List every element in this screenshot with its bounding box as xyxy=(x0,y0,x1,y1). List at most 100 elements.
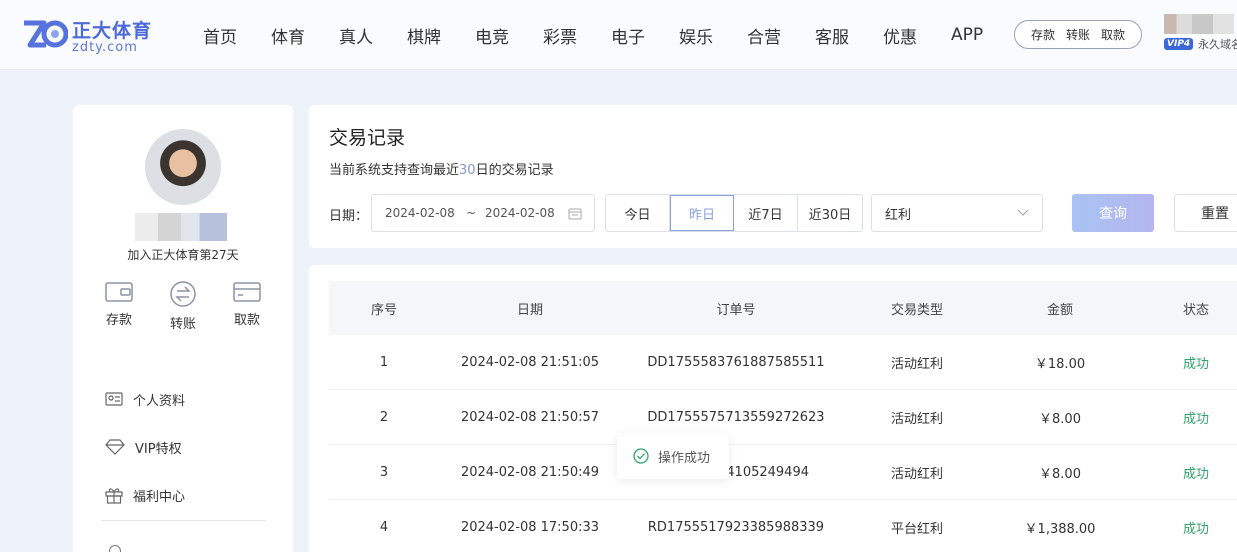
transfer-button[interactable]: 转账 xyxy=(161,280,205,332)
page-title: 交易记录 xyxy=(329,127,406,149)
join-days-text: 加入正大体育第27天 xyxy=(127,248,239,262)
reset-button[interactable]: 重置 xyxy=(1174,194,1237,232)
quick-date-yesterday[interactable]: 昨日 xyxy=(670,195,734,231)
row-date: 2024-02-08 17:50:33 xyxy=(460,519,600,535)
quick-withdraw-button[interactable]: 取款 xyxy=(1101,26,1125,43)
row-date: 2024-02-08 21:50:49 xyxy=(460,464,600,480)
transaction-type-value: 红利 xyxy=(885,207,912,223)
quick-date-group: 今日 昨日 近7日 近30日 xyxy=(605,194,863,232)
transaction-table: 序号 日期 订单号 交易类型 金额 状态 1 2024-02-08 21:51:… xyxy=(309,265,1237,552)
nav-lottery[interactable]: 彩票 xyxy=(543,23,577,48)
quick-transfer-button[interactable]: 转账 xyxy=(1066,26,1090,43)
end-date: 2024-02-08 xyxy=(485,206,555,220)
quick-date-30days[interactable]: 近30日 xyxy=(798,195,862,231)
col-amount: 金额 xyxy=(1046,302,1073,318)
account-sidebar: 加入正大体育第27天 存款 转账 取款 个人资料 VIP特权 福利中心 xyxy=(73,105,293,552)
row-date: 2024-02-08 21:50:57 xyxy=(460,409,600,425)
nav-promotions[interactable]: 优惠 xyxy=(883,23,917,48)
row-order-no: RD1755517923385988339 xyxy=(647,519,825,535)
row-status: 成功 xyxy=(1182,356,1209,372)
menu-vip-label: VIP特权 xyxy=(135,441,182,457)
row-type: 活动红利 xyxy=(890,356,943,372)
brand-domain: zdty.com xyxy=(72,40,138,55)
transfer-label: 转账 xyxy=(169,317,196,332)
transaction-type-select[interactable]: 红利 xyxy=(871,194,1043,232)
withdraw-label: 取款 xyxy=(233,313,260,328)
row-order-no: DD1755583761887585511 xyxy=(647,354,825,370)
row-index: 4 xyxy=(379,519,389,535)
menu-profile[interactable]: 个人资料 xyxy=(105,375,265,423)
nav-app[interactable]: APP xyxy=(951,25,983,45)
date-separator: ~ xyxy=(466,206,477,220)
menu-vip[interactable]: VIP特权 xyxy=(105,423,265,471)
row-amount: ￥1,388.00 xyxy=(1024,521,1096,537)
main-nav: 首页 体育 真人 棋牌 电竞 彩票 电子 娱乐 合营 客服 优惠 APP xyxy=(186,0,1000,70)
filter-panel: 交易记录 当前系统支持查询最近30日的交易记录 日期： 2024-02-08 ~… xyxy=(309,105,1237,248)
calendar-icon xyxy=(568,208,582,220)
nav-sports[interactable]: 体育 xyxy=(271,23,305,48)
quick-date-7days[interactable]: 近7日 xyxy=(734,195,798,231)
wallet-actions: 存款 转账 取款 xyxy=(97,280,269,332)
withdraw-button[interactable]: 取款 xyxy=(225,280,269,332)
quick-date-today[interactable]: 今日 xyxy=(606,195,670,231)
row-index: 3 xyxy=(379,464,389,480)
row-index: 2 xyxy=(379,409,389,425)
nav-affiliate[interactable]: 合营 xyxy=(747,23,781,48)
brand-name: 正大体育 xyxy=(72,20,153,42)
query-button[interactable]: 查询 xyxy=(1072,194,1154,232)
col-type: 交易类型 xyxy=(890,302,943,318)
row-status: 成功 xyxy=(1182,521,1209,537)
quick-deposit-button[interactable]: 存款 xyxy=(1031,26,1055,43)
id-card-icon xyxy=(105,392,123,406)
menu-welfare[interactable]: 福利中心 xyxy=(105,471,265,519)
nav-electronic[interactable]: 电子 xyxy=(611,23,645,48)
menu-divider xyxy=(101,520,266,521)
table-row: 4 2024-02-08 17:50:33 RD1755517923385988… xyxy=(329,500,1237,552)
nav-entertainment[interactable]: 娱乐 xyxy=(679,23,713,48)
table-row: 1 2024-02-08 21:51:05 DD1755583761887585… xyxy=(329,335,1237,390)
row-type: 活动红利 xyxy=(890,466,943,482)
toast-text: 操作成功 xyxy=(658,450,711,466)
deposit-label: 存款 xyxy=(105,313,132,328)
top-header: 正大体育 zdty.com 首页 体育 真人 棋牌 电竞 彩票 电子 娱乐 合营… xyxy=(0,0,1237,70)
table-header: 序号 日期 订单号 交易类型 金额 状态 xyxy=(329,281,1237,335)
row-index: 1 xyxy=(379,354,389,370)
row-date: 2024-02-08 21:51:05 xyxy=(460,354,600,370)
nav-support[interactable]: 客服 xyxy=(815,23,849,48)
table-row: 2 2024-02-08 21:50:57 DD1755575713559272… xyxy=(329,390,1237,445)
more-menu-icon[interactable] xyxy=(109,545,121,552)
menu-profile-label: 个人资料 xyxy=(133,393,186,409)
user-menu[interactable]: VIP4 永久域名 xyxy=(1162,12,1237,56)
nav-chess[interactable]: 棋牌 xyxy=(407,23,441,48)
nav-live[interactable]: 真人 xyxy=(339,23,373,48)
row-amount: ￥18.00 xyxy=(1034,356,1086,372)
date-label: 日期： xyxy=(329,209,369,224)
avatar[interactable] xyxy=(145,129,221,205)
check-circle-icon xyxy=(633,448,649,464)
diamond-icon xyxy=(105,439,125,455)
nav-home[interactable]: 首页 xyxy=(203,23,237,48)
menu-welfare-label: 福利中心 xyxy=(133,489,186,505)
vip-badge: VIP4 xyxy=(1164,38,1194,50)
permanent-domain-link[interactable]: 永久域名 xyxy=(1198,36,1237,52)
col-index: 序号 xyxy=(370,302,397,318)
col-date: 日期 xyxy=(516,302,543,318)
row-status: 成功 xyxy=(1182,466,1209,482)
brand-logo[interactable]: 正大体育 zdty.com xyxy=(22,14,152,56)
wallet-icon xyxy=(105,282,133,302)
nav-esports[interactable]: 电竞 xyxy=(475,23,509,48)
username-blurred xyxy=(135,213,227,241)
gift-icon xyxy=(105,488,123,504)
row-amount: ￥8.00 xyxy=(1039,466,1081,482)
transfer-icon xyxy=(170,281,196,307)
account-menu: 个人资料 VIP特权 福利中心 xyxy=(105,375,265,519)
date-range-picker[interactable]: 2024-02-08 ~ 2024-02-08 xyxy=(371,194,595,232)
success-toast: 操作成功 xyxy=(617,433,729,479)
table-row: 3 2024-02-08 21:50:49 104105249494 活动红利 … xyxy=(329,445,1237,500)
deposit-button[interactable]: 存款 xyxy=(97,280,141,332)
row-type: 活动红利 xyxy=(890,411,943,427)
row-amount: ￥8.00 xyxy=(1039,411,1081,427)
col-status: 状态 xyxy=(1182,302,1209,318)
zd-logo-icon xyxy=(24,20,68,48)
row-type: 平台红利 xyxy=(890,521,943,537)
